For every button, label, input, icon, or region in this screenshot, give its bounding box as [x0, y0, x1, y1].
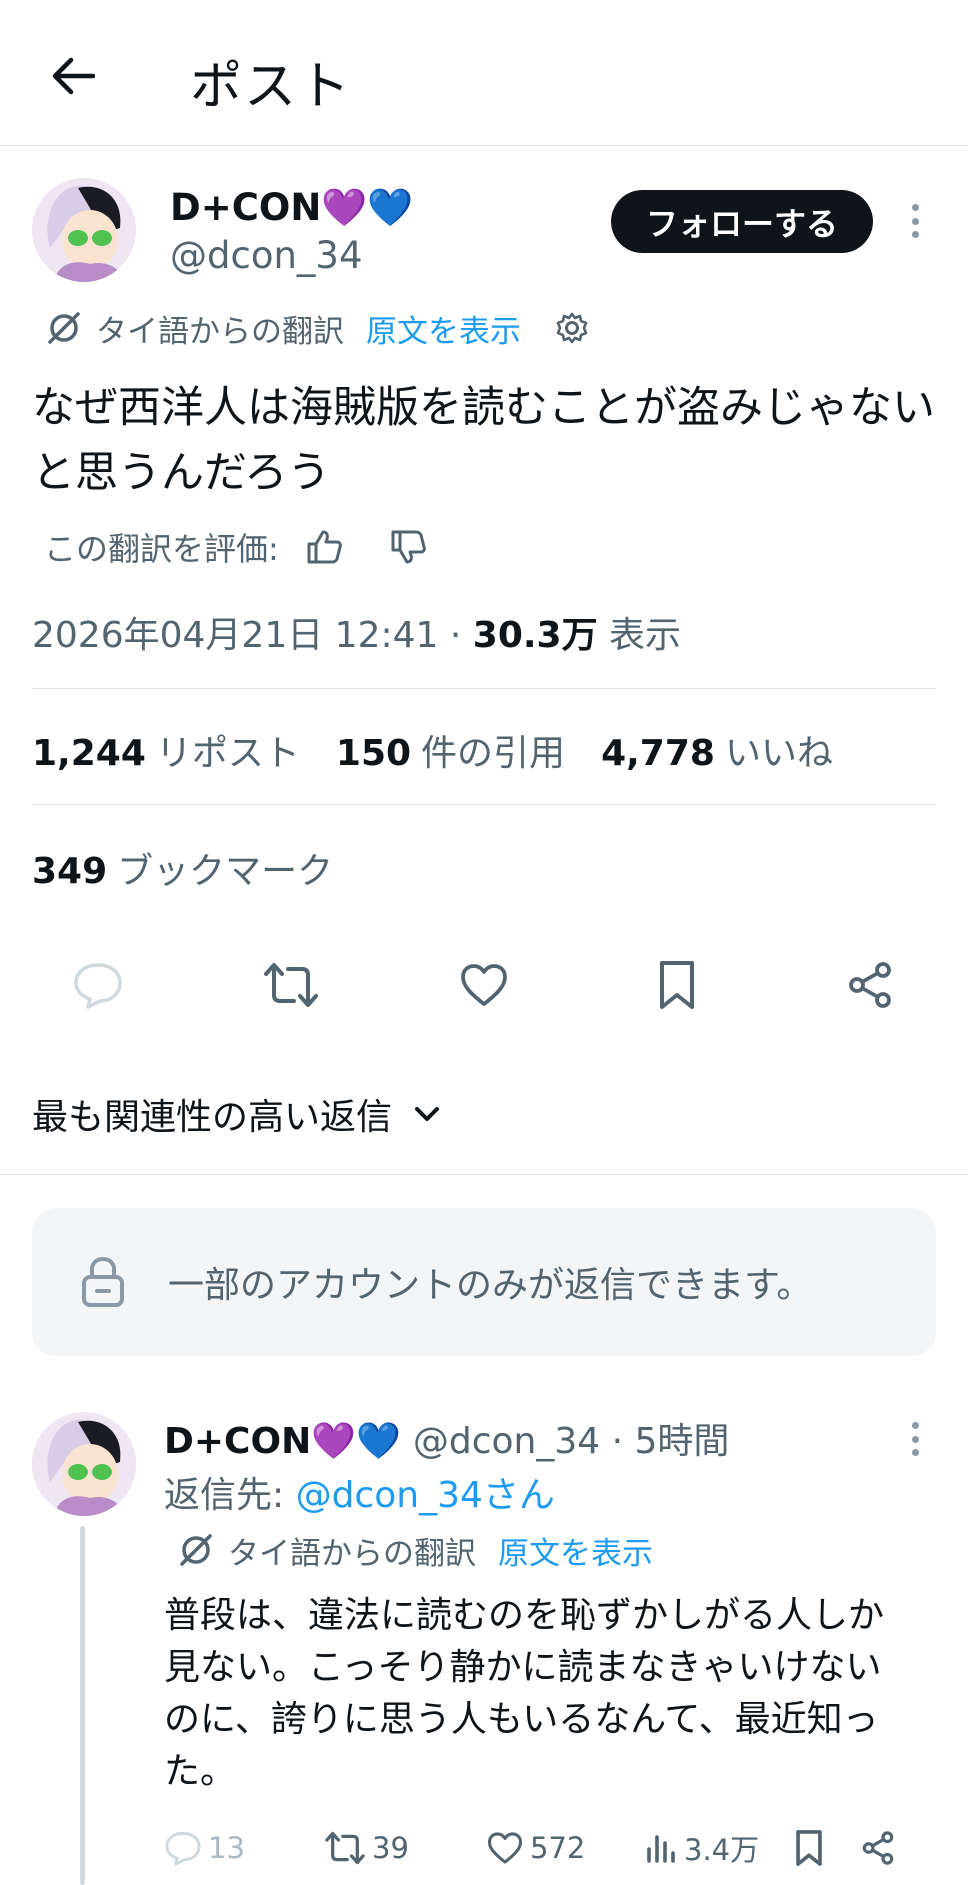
reply-share-button[interactable] — [860, 1830, 896, 1866]
heart-icon — [461, 964, 507, 1006]
reply-like-button[interactable]: 572 — [486, 1831, 644, 1865]
chevron-down-icon — [412, 1104, 442, 1124]
author-handle[interactable]: @dcon_34 — [170, 234, 363, 277]
reposts-label: リポスト — [155, 733, 300, 774]
reply-views-count: 3.4万 — [684, 1833, 760, 1867]
quotes-label: 件の引用 — [421, 733, 566, 774]
reposts-stat[interactable]: 1,244 リポスト — [32, 724, 300, 776]
reply-icon — [165, 1831, 201, 1866]
reply-likes-count: 572 — [530, 1831, 586, 1865]
translation-settings-button[interactable] — [555, 311, 589, 345]
reply-sort-label: 最も関連性の高い返信 — [32, 1097, 393, 1138]
timestamp-text: 2026年04月21日 12:41 · — [32, 615, 473, 656]
thumbs-down-icon — [391, 530, 426, 564]
thumbs-up-icon — [307, 530, 342, 564]
bookmarks-count: 349 — [32, 851, 108, 892]
reply-header: D+CON💜💙 @dcon_34 · 5時間 — [164, 1412, 729, 1464]
reply-restriction-text: 一部のアカウントのみが返信できます。 — [168, 1265, 813, 1306]
reply-text: 普段は、違法に読むのを恥ずかしがる人しか見ない。こっそり静かに読まなきゃいけない… — [164, 1595, 885, 1792]
rate-translation-label: この翻訳を評価: — [44, 530, 279, 568]
reply-meta[interactable]: @dcon_34 · 5時間 — [413, 1412, 730, 1464]
top-bar: ポスト — [0, 0, 968, 146]
thread-line — [80, 1526, 85, 1885]
post-action-bar — [32, 955, 936, 1015]
reply-show-original-link[interactable]: 原文を表示 — [498, 1528, 653, 1573]
thumbs-down-button[interactable] — [389, 528, 427, 566]
reply-to-handle-link[interactable]: @dcon_34さん — [296, 1475, 555, 1516]
quotes-count: 150 — [335, 733, 412, 774]
divider — [0, 1174, 968, 1175]
rate-translation-row: この翻訳を評価: — [44, 524, 427, 570]
likes-label: いいね — [724, 733, 833, 774]
page-title: ポスト — [190, 57, 353, 117]
bookmark-icon — [796, 1830, 822, 1866]
more-options-button[interactable] — [898, 198, 932, 244]
repost-icon — [325, 1831, 365, 1865]
reply-repost-button[interactable]: 39 — [324, 1830, 486, 1866]
translation-row: タイ語からの翻訳 原文を表示 — [44, 306, 589, 350]
likes-stat[interactable]: 4,778 いいね — [601, 724, 833, 776]
author-avatar[interactable] — [32, 178, 136, 282]
thumbs-up-button[interactable] — [305, 528, 343, 566]
reply-reply-button[interactable]: 13 — [164, 1830, 324, 1866]
gear-icon — [556, 312, 588, 344]
back-arrow-icon — [52, 57, 95, 95]
bookmarks-stat[interactable]: 349 ブックマーク — [32, 842, 333, 894]
bookmark-button[interactable] — [647, 955, 707, 1015]
reply-more-options-button[interactable] — [898, 1416, 932, 1462]
reply-button[interactable] — [68, 955, 128, 1015]
reply-reposts-count: 39 — [372, 1831, 409, 1865]
views-label: 表示 — [597, 615, 682, 656]
like-button[interactable] — [454, 955, 514, 1015]
lock-icon — [80, 1255, 126, 1309]
divider — [32, 804, 936, 805]
post-text: なぜ西洋人は海賊版を読むことが盗みじゃないと思うんだろう — [32, 383, 935, 498]
follow-button[interactable]: フォローする — [611, 190, 873, 253]
share-icon — [862, 1831, 894, 1865]
back-button[interactable] — [42, 46, 102, 106]
reply-to-label: 返信先: — [164, 1475, 296, 1516]
reply-views-button[interactable]: 3.4万 — [644, 1827, 794, 1869]
post-stats: 1,244 リポスト 150 件の引用 4,778 いいね — [32, 724, 869, 776]
show-original-link[interactable]: 原文を表示 — [366, 306, 521, 351]
reposts-count: 1,244 — [32, 733, 146, 774]
bookmark-icon — [660, 961, 694, 1009]
reply-replies-count: 13 — [208, 1831, 245, 1865]
reply-action-bar: 13 39 572 3.4万 — [164, 1826, 940, 1870]
repost-button[interactable] — [261, 955, 321, 1015]
author-name[interactable]: D+CON💜💙 — [170, 186, 413, 230]
reply-translation-row: タイ語からの翻訳 原文を表示 — [176, 1528, 653, 1572]
translation-note: タイ語からの翻訳 — [96, 313, 344, 350]
share-icon — [849, 962, 891, 1008]
likes-count: 4,778 — [601, 733, 715, 774]
reply-translation-note: タイ語からの翻訳 — [228, 1535, 476, 1572]
views-bar-chart-icon — [647, 1835, 675, 1863]
reply-author-name[interactable]: D+CON💜💙 — [164, 1420, 401, 1462]
share-button[interactable] — [840, 955, 900, 1015]
translate-icon — [48, 312, 80, 344]
divider — [32, 688, 936, 689]
post-timestamp: 2026年04月21日 12:41 · 30.3万 表示 — [32, 606, 681, 658]
views-count[interactable]: 30.3万 — [473, 615, 598, 656]
reply-sort-dropdown[interactable]: 最も関連性の高い返信 — [32, 1088, 442, 1140]
heart-icon — [487, 1832, 523, 1864]
reply-restriction-notice: 一部のアカウントのみが返信できます。 — [32, 1208, 936, 1356]
reply-to-line: 返信先: @dcon_34さん — [164, 1466, 555, 1518]
reply-icon — [74, 963, 122, 1009]
quotes-stat[interactable]: 150 件の引用 — [336, 724, 565, 776]
reply-author-avatar[interactable] — [32, 1412, 136, 1516]
bookmarks-label: ブックマーク — [117, 851, 334, 892]
reply-bookmark-button[interactable] — [794, 1829, 860, 1867]
translate-icon — [180, 1534, 212, 1566]
repost-icon — [264, 963, 318, 1007]
